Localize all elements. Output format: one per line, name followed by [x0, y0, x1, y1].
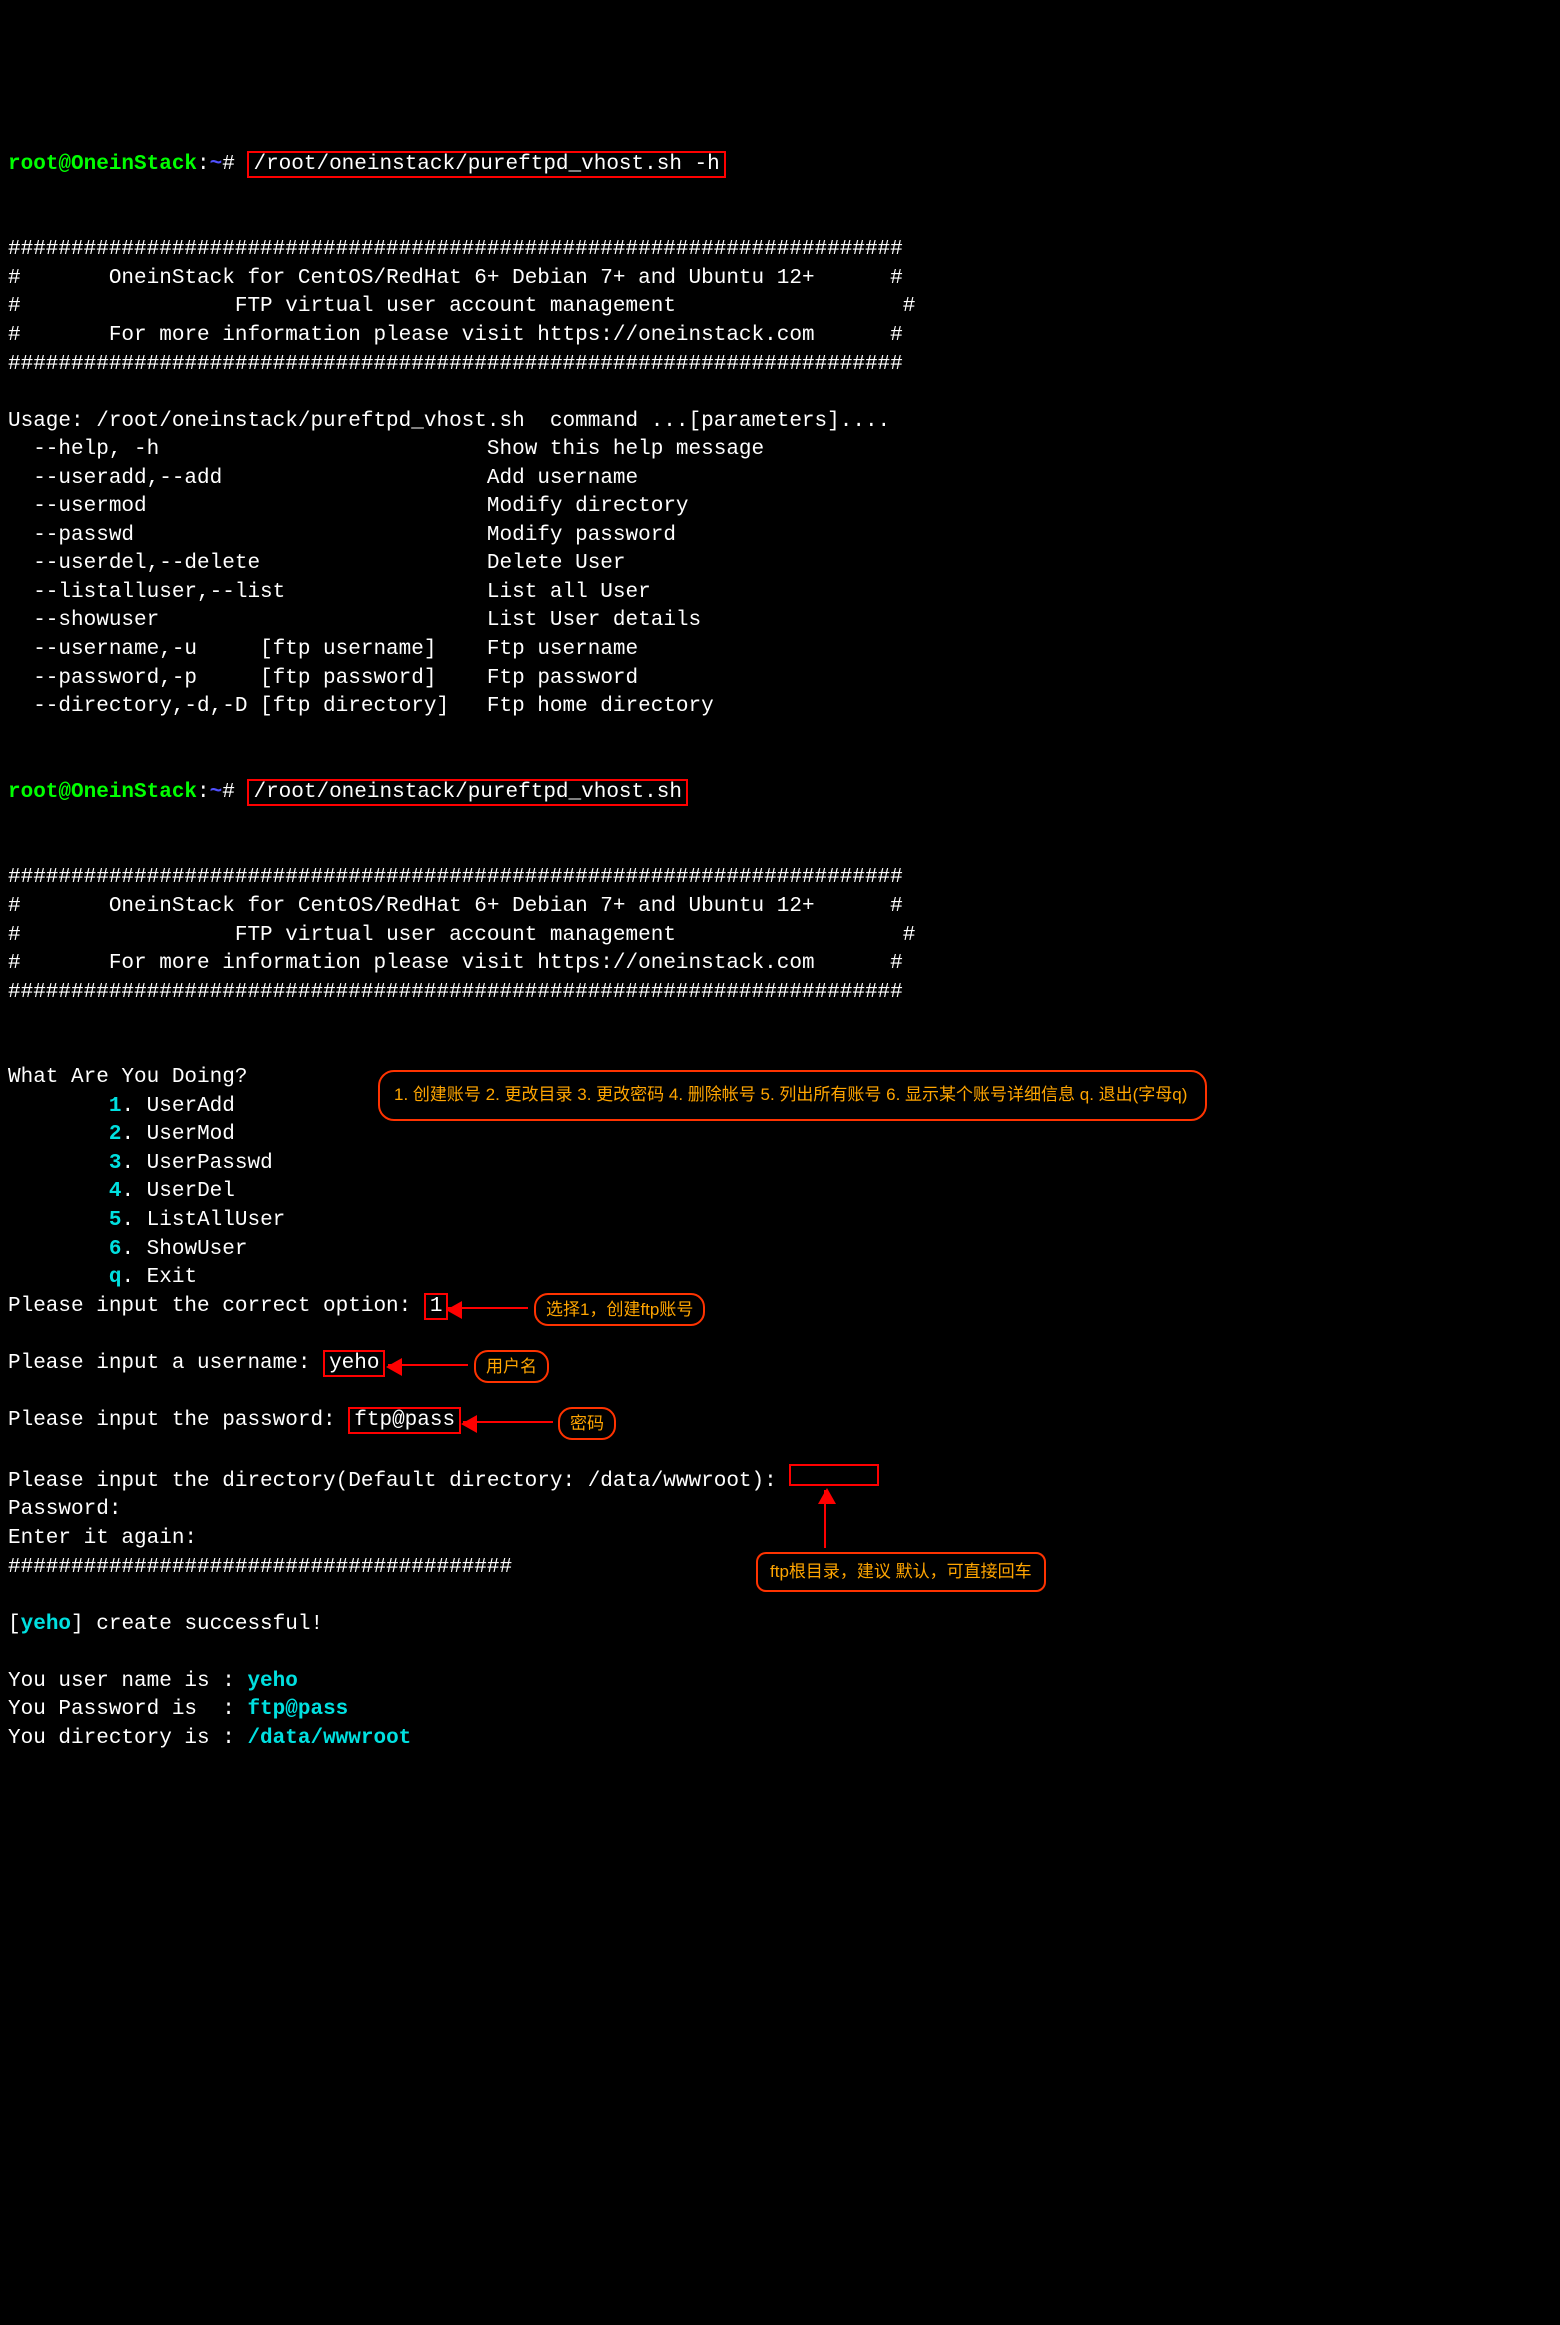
banner2-line3-prefix: #: [8, 952, 109, 975]
result-password-label: You Password is :: [8, 1698, 247, 1721]
prompt-hash-2: #: [222, 781, 247, 804]
menu-item-q-num: q: [109, 1266, 122, 1289]
annotation-menu-items: 1. 创建账号 2. 更改目录 3. 更改密码 4. 删除帐号 5. 列出所有账…: [378, 1070, 1207, 1120]
banner-line3-text: For more information please visit https:…: [109, 324, 815, 347]
password-input[interactable]: ftp@pass: [348, 1407, 461, 1434]
banner2-line3-text: For more information please visit https:…: [109, 952, 815, 975]
usage-l6b: List all User: [487, 581, 651, 604]
usage-l2a: --useradd,--add: [8, 467, 222, 490]
banner2-hashline-top: ########################################…: [8, 866, 903, 889]
banner-line3-prefix: #: [8, 324, 109, 347]
directory-prompt: Please input the directory(Default direc…: [8, 1470, 789, 1493]
arrow-password-icon: [463, 1421, 553, 1423]
menu-item-3-label: UserPasswd: [147, 1152, 273, 1175]
result-directory-value: /data/wwwroot: [247, 1727, 411, 1750]
menu-item-4-num: 4: [109, 1180, 122, 1203]
menu-header: What Are You Doing?: [8, 1066, 247, 1089]
usage-l4a: --passwd: [8, 524, 134, 547]
command-1[interactable]: /root/oneinstack/pureftpd_vhost.sh -h: [247, 151, 725, 178]
menu-item-4-label: UserDel: [147, 1180, 235, 1203]
usage-l2b: Add username: [487, 467, 638, 490]
usage-l3b: Modify directory: [487, 495, 689, 518]
banner-line2-prefix: #: [8, 295, 235, 318]
result-directory-label: You directory is :: [8, 1727, 247, 1750]
menu-item-1-num: 1: [109, 1095, 122, 1118]
banner2-line2-text: FTP virtual user account management: [235, 924, 676, 947]
menu-item-2-label: UserMod: [147, 1123, 235, 1146]
usage-header: Usage: /root/oneinstack/pureftpd_vhost.s…: [8, 410, 890, 433]
usage-l3a: --usermod: [8, 495, 147, 518]
usage-l5b: Delete User: [487, 552, 626, 575]
menu-item-3-num: 3: [109, 1152, 122, 1175]
banner2-hashline-bottom: ########################################…: [8, 981, 903, 1004]
option-prompt: Please input the correct option:: [8, 1295, 424, 1318]
arrow-username-icon: [388, 1364, 468, 1366]
prompt-path: ~: [210, 153, 223, 176]
result-password-value: ftp@pass: [247, 1698, 348, 1721]
menu-item-6-label: ShowUser: [147, 1238, 248, 1261]
username-input[interactable]: yeho: [323, 1350, 385, 1377]
menu-item-q-label: Exit: [147, 1266, 197, 1289]
arrow-directory-icon: [824, 1490, 826, 1548]
usage-l10b: Ftp home directory: [487, 695, 714, 718]
banner2-line3-suffix: #: [815, 952, 903, 975]
usage-l6a: --listalluser,--list: [8, 581, 285, 604]
menu-item-5-num: 5: [109, 1209, 122, 1232]
banner-line2-text: FTP virtual user account management: [235, 295, 676, 318]
annotation-directory-box: ftp根目录，建议 默认，可直接回车: [756, 1552, 1046, 1592]
success-user: yeho: [21, 1613, 71, 1636]
usage-l1b: Show this help message: [487, 438, 764, 461]
menu-item-6-num: 6: [109, 1238, 122, 1261]
menu-item-1-label: UserAdd: [147, 1095, 235, 1118]
result-username-label: You user name is :: [8, 1670, 247, 1693]
usage-l10a: --directory,-d,-D [ftp directory]: [8, 695, 449, 718]
banner2-line2-suffix: #: [676, 924, 915, 947]
banner-line3-suffix: #: [815, 324, 903, 347]
directory-input[interactable]: [789, 1464, 879, 1486]
option-input[interactable]: 1: [424, 1293, 449, 1320]
result-username-value: yeho: [247, 1670, 297, 1693]
usage-l4b: Modify password: [487, 524, 676, 547]
annotation-option-pill: 选择1，创建ftp账号: [534, 1293, 705, 1326]
banner-line2-suffix: #: [676, 295, 915, 318]
usage-l5a: --userdel,--delete: [8, 552, 260, 575]
usage-l1a: --help, -h: [8, 438, 159, 461]
command-2[interactable]: /root/oneinstack/pureftpd_vhost.sh: [247, 779, 687, 806]
menu-item-2-num: 2: [109, 1123, 122, 1146]
banner2-line1-text: OneinStack for CentOS/RedHat 6+ Debian 7…: [109, 895, 815, 918]
prompt-hash: #: [222, 153, 247, 176]
username-prompt: Please input a username:: [8, 1352, 323, 1375]
prompt-path-2: ~: [210, 781, 223, 804]
annotation-password-pill: 密码: [558, 1407, 616, 1440]
prompt-user-host: root@OneinStack: [8, 153, 197, 176]
prompt-colon: :: [197, 153, 210, 176]
password-label: Password:: [8, 1498, 134, 1521]
annotation-username-pill: 用户名: [474, 1350, 549, 1383]
banner2-line1-prefix: #: [8, 895, 109, 918]
banner2-line2-prefix: #: [8, 924, 235, 947]
banner2-line1-suffix: #: [815, 895, 903, 918]
usage-l9b: Ftp password: [487, 667, 638, 690]
success-open: [: [8, 1613, 21, 1636]
banner-line1-prefix: #: [8, 267, 109, 290]
usage-l8b: Ftp username: [487, 638, 638, 661]
result-hashline: ########################################: [8, 1556, 512, 1579]
success-close: ] create successful!: [71, 1613, 323, 1636]
prompt-colon-2: :: [197, 781, 210, 804]
enter-again: Enter it again:: [8, 1527, 210, 1550]
arrow-option-icon: [448, 1307, 528, 1309]
password-prompt: Please input the password:: [8, 1409, 348, 1432]
banner-line1-text: OneinStack for CentOS/RedHat 6+ Debian 7…: [109, 267, 815, 290]
usage-l9a: --password,-p [ftp password]: [8, 667, 436, 690]
menu-item-5-label: ListAllUser: [147, 1209, 286, 1232]
banner-hashline-top: ########################################…: [8, 238, 903, 261]
usage-l7a: --showuser: [8, 609, 159, 632]
prompt-user-host-2: root@OneinStack: [8, 781, 197, 804]
usage-l7b: List User details: [487, 609, 701, 632]
banner-line1-suffix: #: [815, 267, 903, 290]
usage-l8a: --username,-u [ftp username]: [8, 638, 436, 661]
banner-hashline-bottom: ########################################…: [8, 353, 903, 376]
